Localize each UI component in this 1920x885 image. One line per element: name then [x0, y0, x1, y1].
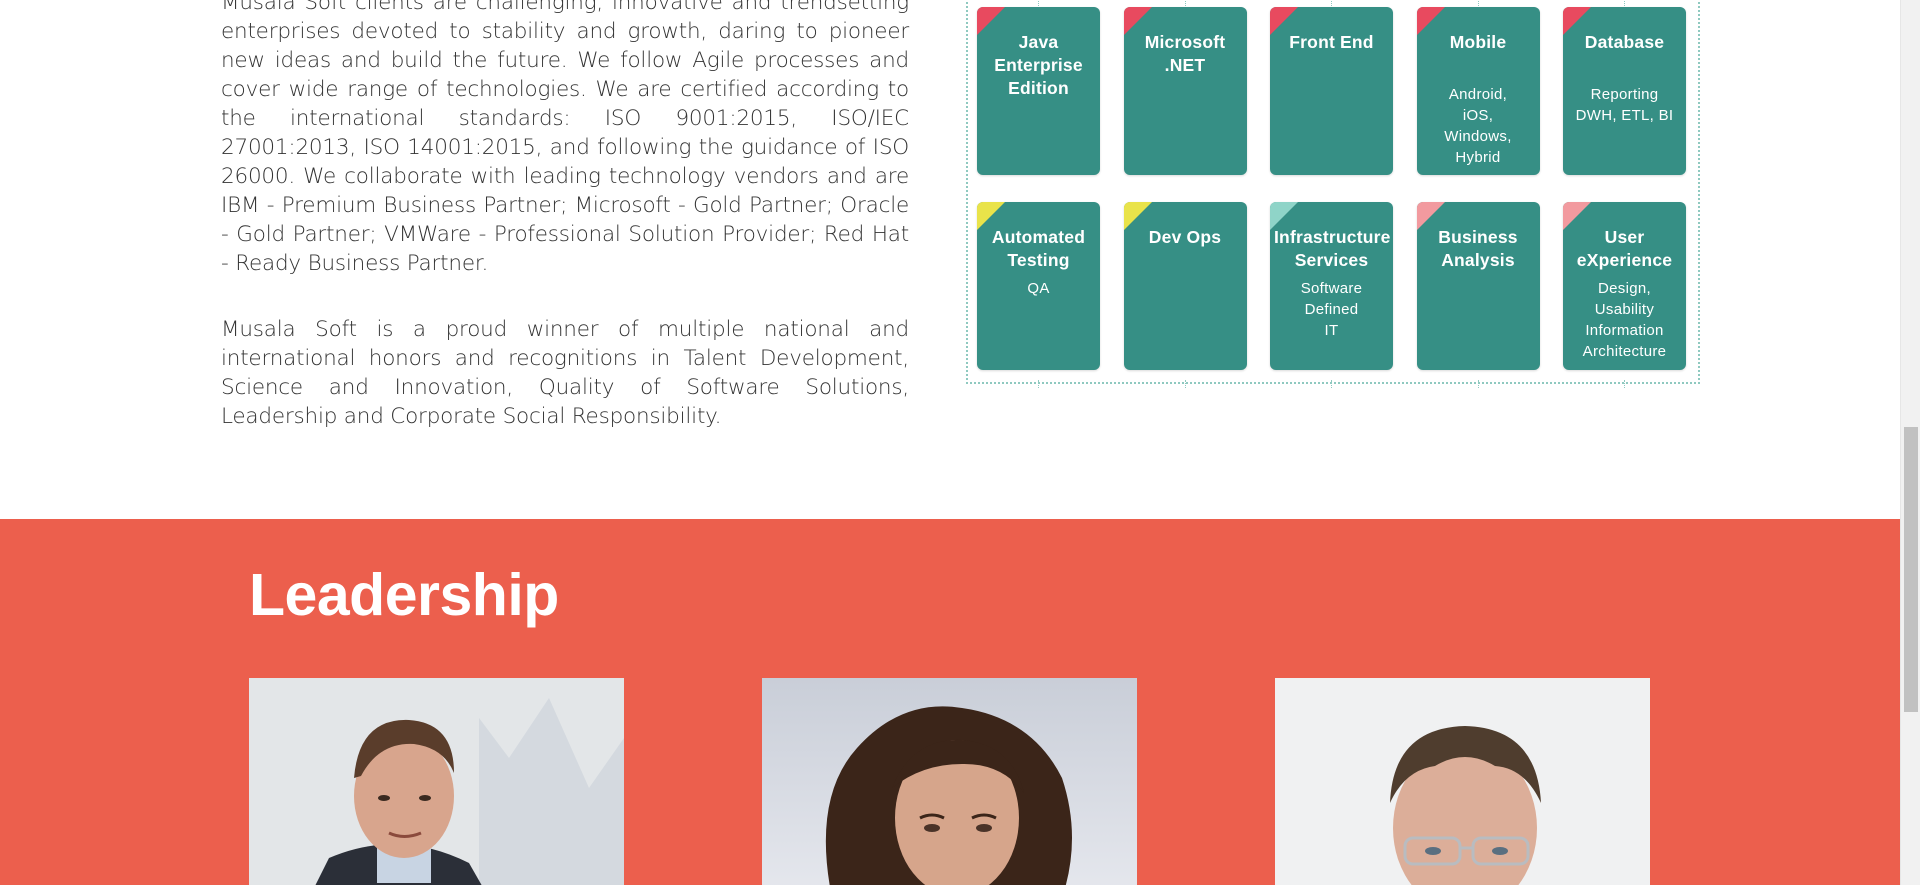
about-paragraph-2: Musala Soft is a proud winner of multipl…	[221, 317, 909, 429]
leader-portrait-3	[1275, 678, 1650, 885]
page: Musala Soft clients are challenging, inn…	[0, 0, 1900, 885]
tile-corner-marker	[1123, 202, 1152, 230]
leader-photo-3[interactable]	[1275, 678, 1650, 885]
grid-tick	[1038, 380, 1040, 388]
leadership-section: Leadership	[0, 519, 1900, 885]
expertise-tiles: Java Enterprise Edition Microsoft .NET Front …	[977, 7, 1686, 370]
about-paragraph-1: Musala Soft clients are challenging, inn…	[221, 0, 909, 276]
leadership-heading: Leadership	[249, 562, 559, 628]
expertise-tile-business-analysis[interactable]: Business Analysis	[1416, 202, 1540, 370]
leader-portrait-1	[249, 678, 624, 885]
tile-subtitle: Reporting DWH, ETL, BI	[1575, 86, 1674, 124]
tile-corner-marker	[977, 7, 1005, 35]
tile-corner-marker	[1563, 7, 1591, 35]
tile-corner-marker	[977, 202, 1005, 230]
expertise-tile-microsoft-net[interactable]: Microsoft .NET	[1123, 7, 1247, 175]
expertise-tile-dev-ops[interactable]: Dev Ops	[1123, 202, 1247, 370]
tile-corner-marker	[1563, 202, 1591, 230]
grid-tick	[1331, 380, 1333, 388]
tile-corner-marker	[1416, 7, 1445, 35]
tile-corner-marker	[1270, 202, 1298, 230]
tile-corner-marker	[1123, 7, 1152, 35]
expertise-tile-user-experience[interactable]: User eXperience Design, Usability Informatio…	[1563, 202, 1686, 370]
leader-portrait-2	[762, 678, 1137, 885]
tile-subtitle: Android, iOS, Windows, Hybrid	[1444, 86, 1512, 166]
expertise-tile-java-enterprise-edition[interactable]: Java Enterprise Edition	[977, 7, 1100, 175]
tile-corner-marker	[1270, 7, 1298, 35]
grid-tick	[1624, 380, 1626, 388]
grid-tick	[1478, 380, 1480, 388]
vertical-scrollbar-track[interactable]	[1900, 0, 1920, 885]
leader-photo-2[interactable]	[762, 678, 1137, 885]
expertise-tile-infrastructure-services[interactable]: Infrastructure Services Software Defined IT	[1270, 202, 1393, 370]
expertise-tile-database[interactable]: Database Reporting DWH, ETL, BI	[1563, 7, 1686, 175]
tile-corner-marker	[1416, 202, 1445, 230]
tile-subtitle: Software Defined IT	[1300, 280, 1363, 339]
about-section: Musala Soft clients are challenging, inn…	[221, 0, 909, 468]
grid-tick	[1185, 380, 1187, 388]
expertise-tile-mobile[interactable]: Mobile Android, iOS, Windows, Hybrid	[1416, 7, 1540, 175]
leader-photo-1[interactable]	[249, 678, 624, 885]
tile-subtitle: QA	[1027, 280, 1050, 297]
expertise-tile-front-end[interactable]: Front End	[1270, 7, 1393, 175]
tile-subtitle: Design, Usability Information Architecture	[1582, 280, 1667, 360]
scrollbar-thumb[interactable]	[1904, 427, 1918, 712]
expertise-tile-automated-testing[interactable]: Automated Testing QA	[977, 202, 1100, 370]
